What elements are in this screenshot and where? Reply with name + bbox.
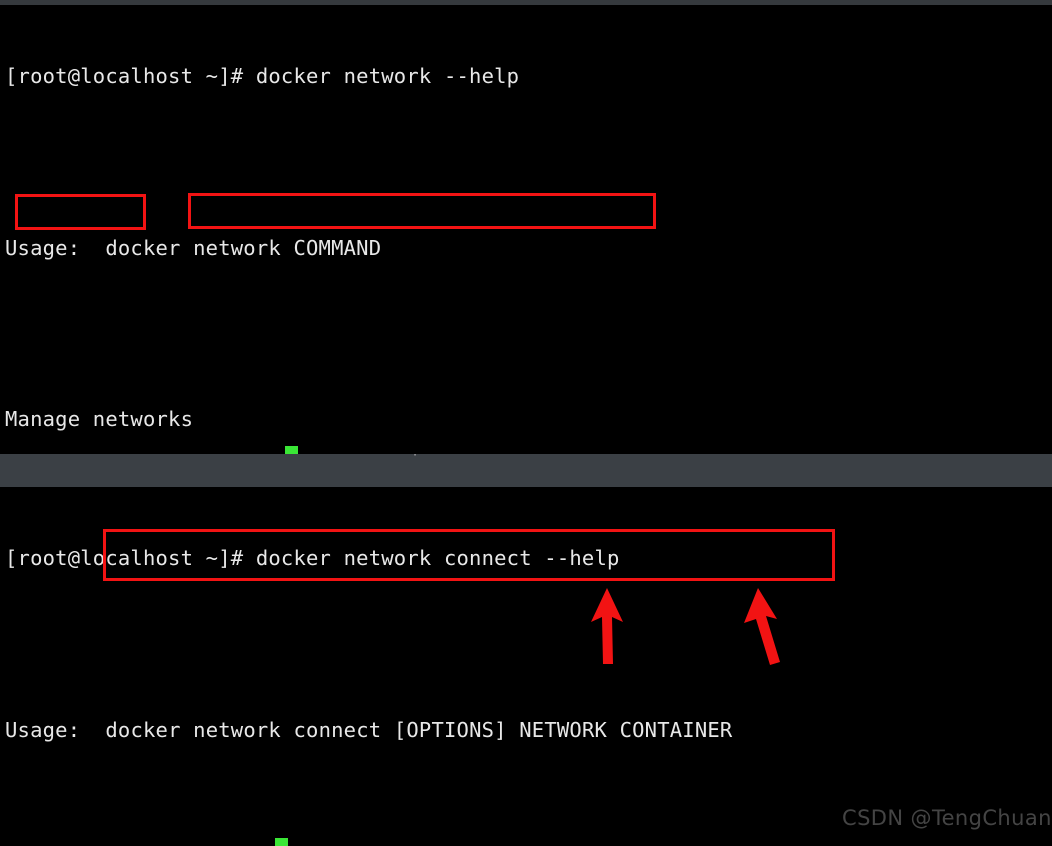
prompt-line-connect-help: [root@localhost ~]# docker network conne… — [5, 546, 620, 571]
usage-command-text: docker network connect [OPTIONS] NETWORK… — [105, 717, 733, 742]
separator-ghost-text: Run 'docker network COMMAND --help' for … — [5, 454, 869, 459]
description-manage-networks: Manage networks — [5, 407, 194, 432]
usage-gap — [80, 718, 105, 742]
terminal-pane-bottom[interactable]: [root@localhost ~]# docker network conne… — [0, 487, 1052, 846]
terminal-screenshot: [root@localhost ~]# docker network --hel… — [0, 0, 1052, 846]
usage-line-network: Usage: docker network COMMAND — [5, 235, 382, 260]
usage-label: Usage: — [5, 717, 81, 742]
pane-separator-band: Run 'docker network COMMAND --help' for … — [0, 454, 1052, 487]
prompt-line-network-help: [root@localhost ~]# docker network --hel… — [5, 64, 520, 89]
terminal-cursor-bottom — [275, 838, 288, 846]
terminal-cursor-top — [285, 446, 298, 454]
terminal-pane-top[interactable]: [root@localhost ~]# docker network --hel… — [0, 5, 1052, 803]
usage-line-connect: Usage: docker network connect [OPTIONS] … — [5, 716, 1052, 745]
